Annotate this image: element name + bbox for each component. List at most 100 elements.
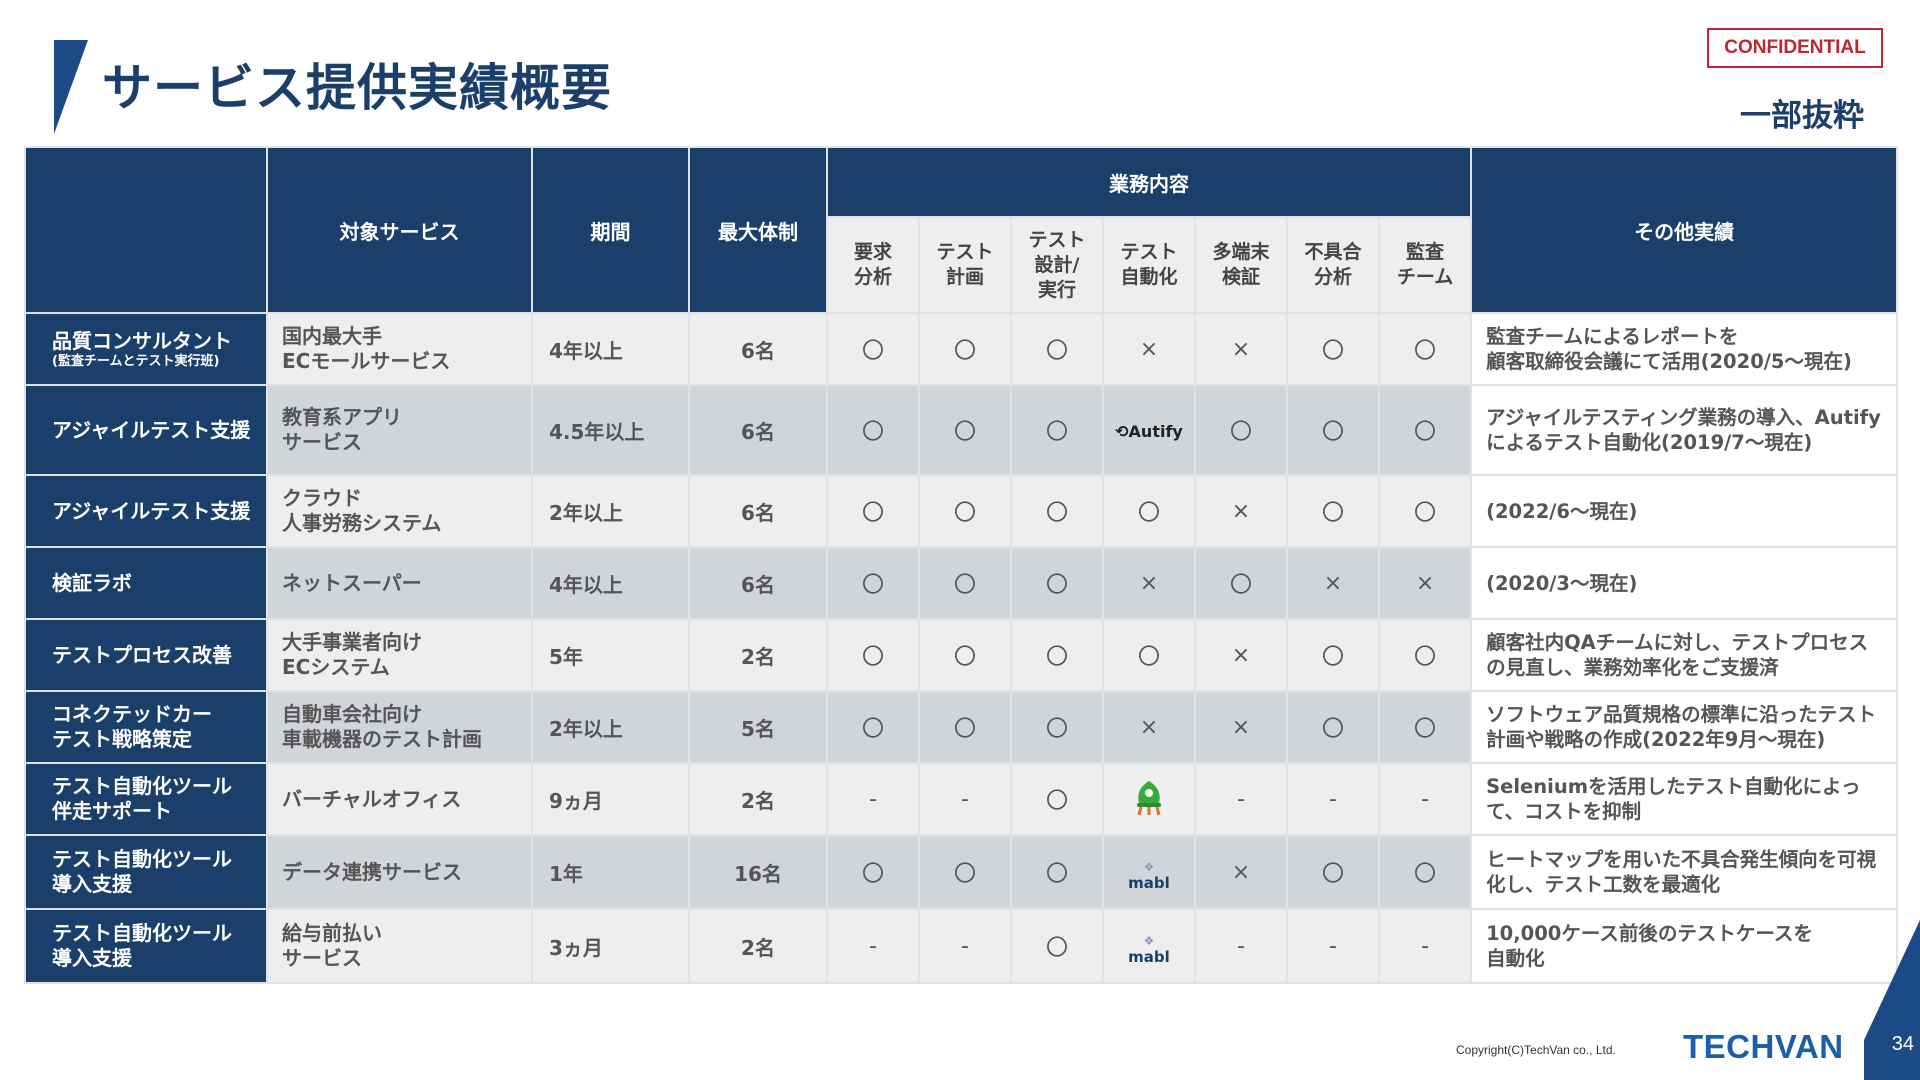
service-cell: データ連携サービス — [266, 834, 533, 910]
task-cell: 〇 — [1286, 834, 1380, 910]
task-cell: - — [918, 762, 1012, 836]
techvan-logo: TECHVAN — [1683, 1028, 1844, 1065]
status-mark: 〇 — [1045, 789, 1068, 814]
task-cell: 〇 — [1010, 312, 1104, 386]
staff-cell: 6名 — [688, 474, 828, 548]
task-cell: 〇 — [1286, 474, 1380, 548]
task-cell: 〇 — [1286, 312, 1380, 386]
row-label: テストプロセス改善 — [24, 618, 268, 692]
status-mark: - — [961, 933, 969, 959]
staff-cell: 6名 — [688, 384, 828, 476]
status-mark: 〇 — [1321, 420, 1344, 445]
task-cell: × — [1377, 546, 1473, 620]
status-mark: 〇 — [861, 420, 884, 445]
header-task-4: 多端末 検証 — [1194, 216, 1288, 314]
other-achievement-cell: ソフトウェア品質規格の標準に沿ったテスト計画や戦略の作成(2022年9月～現在) — [1470, 690, 1899, 764]
task-cell: 〇 — [1377, 618, 1473, 692]
row-sublabel: (監査チームとテスト実行班) — [52, 353, 220, 369]
staff-cell: 2名 — [688, 908, 828, 984]
table-row: テスト自動化ツール 伴走サポート バーチャルオフィス 9ヵ月 2名 - - 〇 - - - Selen… — [24, 762, 1899, 836]
status-mark: - — [869, 933, 877, 959]
status-mark: - — [869, 786, 877, 812]
status-mark: 〇 — [861, 339, 884, 364]
task-cell: 〇 — [1010, 474, 1104, 548]
period-cell: 2年以上 — [531, 474, 690, 548]
other-achievement-cell: アジャイルテスティング業務の導入、Autifyによるテスト自動化(2019/7～… — [1470, 384, 1899, 476]
task-cell: - — [1286, 762, 1380, 836]
task-cell: 〇 — [1286, 384, 1380, 476]
row-label: テスト自動化ツール 導入支援 — [24, 834, 268, 910]
row-label-text: 検証ラボ — [52, 570, 132, 595]
table-row: テスト自動化ツール 導入支援 給与前払い サービス 3ヵ月 2名 - - 〇 ❖ mabl - - - 10… — [24, 908, 1899, 984]
task-cell: 〇 — [826, 384, 920, 476]
task-cell: 〇 — [918, 474, 1012, 548]
task-cell: 〇 — [1010, 762, 1104, 836]
task-cell: - — [1377, 908, 1473, 984]
table-row: 品質コンサルタント (監査チームとテスト実行班) 国内最大手 ECモールサービス 4年以… — [24, 312, 1899, 386]
row-label: 品質コンサルタント (監査チームとテスト実行班) — [24, 312, 268, 386]
row-label-text: テスト自動化ツール 導入支援 — [52, 847, 232, 896]
row-label: テスト自動化ツール 導入支援 — [24, 908, 268, 984]
status-mark: - — [961, 786, 969, 812]
task-cell: × — [1194, 312, 1288, 386]
period-cell: 4年以上 — [531, 546, 690, 620]
period-cell: 4.5年以上 — [531, 384, 690, 476]
task-cell: 〇 — [826, 834, 920, 910]
header-task-1: テスト 計画 — [918, 216, 1012, 314]
status-mark: 〇 — [953, 645, 976, 670]
service-cell: クラウド 人事労務システム — [266, 474, 533, 548]
header-service: 対象サービス — [266, 146, 533, 314]
header-period: 期間 — [531, 146, 690, 314]
header-task-2: テスト 設計/実行 — [1010, 216, 1104, 314]
staff-cell: 16名 — [688, 834, 828, 910]
other-achievement-cell: (2022/6～現在) — [1470, 474, 1899, 548]
task-cell: 〇 — [1377, 474, 1473, 548]
row-label: コネクテッドカー テスト戦略策定 — [24, 690, 268, 764]
status-mark: × — [1139, 714, 1159, 740]
mabl-icon: ❖ — [1143, 934, 1155, 948]
status-mark: × — [1231, 336, 1251, 362]
status-mark: 〇 — [1045, 645, 1068, 670]
page-title: サービス提供実績概要 — [102, 59, 612, 117]
task-cell: × — [1194, 474, 1288, 548]
header-task-3: テスト 自動化 — [1102, 216, 1196, 314]
status-mark: 〇 — [953, 573, 976, 598]
mabl-icon: ❖ — [1143, 860, 1155, 874]
task-cell: ❖ mabl — [1102, 834, 1196, 910]
task-cell: 〇 — [1010, 546, 1104, 620]
status-mark: 〇 — [1414, 420, 1437, 445]
status-mark: 〇 — [1321, 339, 1344, 364]
status-mark: - — [1421, 933, 1430, 959]
row-label: テスト自動化ツール 伴走サポート — [24, 762, 268, 836]
table-row: アジャイルテスト支援 教育系アプリ サービス 4.5年以上 6名 〇 〇 〇 ⟲Autify 〇 〇… — [24, 384, 1899, 476]
status-mark: 〇 — [1414, 645, 1437, 670]
status-mark: 〇 — [1414, 862, 1437, 887]
status-mark: 〇 — [1045, 936, 1068, 961]
staff-cell: 5名 — [688, 690, 828, 764]
service-cell: 自動車会社向け 車載機器のテスト計画 — [266, 690, 533, 764]
autify-logo: ⟲Autify — [1115, 422, 1183, 441]
task-cell: ❖ mabl — [1102, 908, 1196, 984]
task-cell: 〇 — [1010, 618, 1104, 692]
other-achievement-cell: 10,000ケース前後のテストケースを 自動化 — [1470, 908, 1899, 984]
task-cell: - — [1194, 908, 1288, 984]
copyright: Copyright(C)TechVan co., Ltd. — [1456, 1043, 1616, 1057]
status-mark: × — [1323, 570, 1343, 596]
staff-cell: 2名 — [688, 762, 828, 836]
status-mark: 〇 — [953, 501, 976, 526]
table-row: 検証ラボ ネットスーパー 4年以上 6名 〇 〇 〇 × 〇 × × (2020/3～現在) — [24, 546, 1899, 620]
task-cell: 〇 — [1010, 384, 1104, 476]
corner-header-cell — [24, 146, 268, 314]
status-mark: - — [1237, 786, 1245, 812]
staff-cell: 6名 — [688, 312, 828, 386]
task-cell: 〇 — [1010, 908, 1104, 984]
status-mark: 〇 — [861, 645, 884, 670]
status-mark: × — [1231, 642, 1251, 668]
row-label-text: アジャイルテスト支援 — [52, 498, 251, 523]
other-achievement-cell: ヒートマップを用いた不具合発生傾向を可視化し、テスト工数を最適化 — [1470, 834, 1899, 910]
task-cell: 〇 — [1286, 618, 1380, 692]
task-cell: 〇 — [1377, 384, 1473, 476]
task-cell: - — [826, 762, 920, 836]
task-cell: - — [918, 908, 1012, 984]
task-cell: 〇 — [918, 312, 1012, 386]
